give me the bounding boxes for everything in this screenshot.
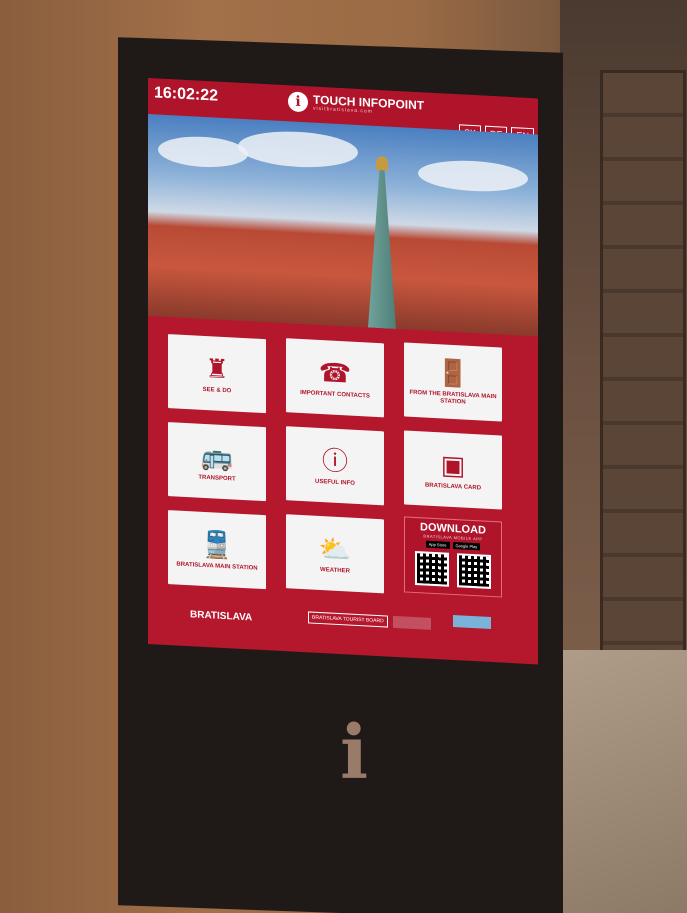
menu-grid: ♜ SEE & DO ☎ IMPORTANT CONTACTS 🚪 FROM T… <box>168 334 518 612</box>
tower-top <box>376 155 388 171</box>
tile-label: BRATISLAVA MAIN STATION <box>176 560 258 572</box>
castle-icon: ♜ <box>205 352 229 384</box>
google-play-badge: Google Play <box>452 541 481 551</box>
tile-main-station[interactable]: 🚆 BRATISLAVA MAIN STATION <box>168 510 266 590</box>
tile-label: FROM THE BRATISLAVA MAIN STATION <box>409 389 497 406</box>
tile-useful-info[interactable]: ⓘ USEFUL INFO <box>286 426 384 506</box>
weather-icon: ⛅ <box>318 532 352 565</box>
cloud <box>418 158 528 194</box>
download-app-tile[interactable]: DOWNLOAD BRATISLAVA MOBILE APP App Store… <box>404 516 502 598</box>
kiosk-screen: 16:02:22 i TOUCH INFOPOINT visitbratisla… <box>148 78 538 665</box>
tile-from-main-station[interactable]: 🚪 FROM THE BRATISLAVA MAIN STATION <box>404 342 502 422</box>
tile-label: SEE & DO <box>202 386 232 394</box>
brand[interactable]: i TOUCH INFOPOINT visitbratislava.com <box>288 91 424 118</box>
partner-logo <box>453 614 491 629</box>
tourist-board-logo: BRATISLAVA TOURIST BOARD <box>308 611 388 628</box>
bus-stop-icon: 🚌 <box>200 440 234 472</box>
clock: 16:02:22 <box>154 84 219 105</box>
tile-label: BRATISLAVA CARD <box>424 482 482 491</box>
kiosk-info-symbol: i <box>340 710 369 796</box>
store-badges: App Store Google Play <box>425 540 481 551</box>
card-icon: ▣ <box>440 448 466 481</box>
tile-label: TRANSPORT <box>198 474 236 483</box>
tile-label: WEATHER <box>320 566 350 575</box>
qr-code-icon <box>457 553 491 589</box>
qr-code-icon <box>415 550 449 587</box>
tower <box>368 166 396 329</box>
kiosk-photo-scene: i 16:02:22 i TOUCH INFOPOINT visitbratis… <box>0 0 687 913</box>
tile-transport[interactable]: 🚌 TRANSPORT <box>168 422 266 502</box>
sos-phone-icon: ☎ <box>318 356 352 389</box>
info-icon: i <box>288 91 308 113</box>
partner-logo <box>393 615 431 630</box>
tile-bratislava-card[interactable]: ▣ BRATISLAVA CARD <box>404 430 502 510</box>
bratislava-logo: BRATISLAVA <box>190 609 253 624</box>
train-icon: 🚆 <box>200 528 234 560</box>
cloud <box>238 128 358 171</box>
tile-label: USEFUL INFO <box>315 478 355 487</box>
background-door <box>600 70 686 676</box>
tile-weather[interactable]: ⛅ WEATHER <box>286 514 384 594</box>
app-store-badge: App Store <box>425 540 450 549</box>
qr-codes <box>415 550 491 589</box>
tile-label: IMPORTANT CONTACTS <box>300 389 370 400</box>
tile-important-contacts[interactable]: ☎ IMPORTANT CONTACTS <box>286 338 384 418</box>
cloud <box>158 134 248 170</box>
tile-see-do[interactable]: ♜ SEE & DO <box>168 334 266 414</box>
exit-door-icon: 🚪 <box>436 357 470 389</box>
info-icon: ⓘ <box>321 444 348 476</box>
hero-city-photo <box>148 114 538 337</box>
